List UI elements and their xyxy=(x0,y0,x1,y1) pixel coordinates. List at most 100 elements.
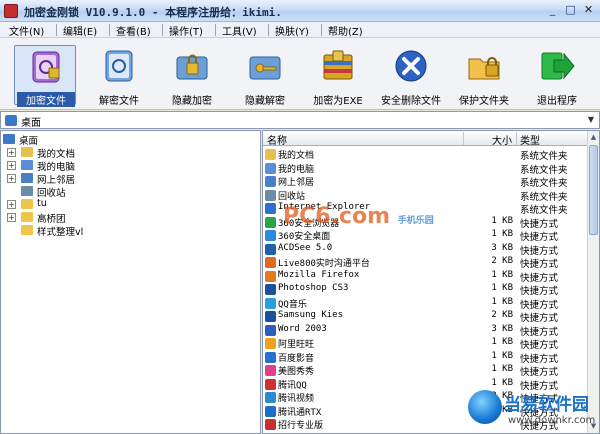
file-icon xyxy=(265,405,276,417)
decrypt-file-button[interactable]: 解密文件 xyxy=(88,45,150,107)
toolbar-label: 加密文件 xyxy=(17,92,75,107)
item-name: 腾讯通RTX xyxy=(278,407,322,418)
list-item[interactable]: 百度影音 1 KB 快捷方式 xyxy=(263,350,589,365)
watermark-title: 当易软件园 xyxy=(504,395,589,415)
decrypt-file-icon xyxy=(105,50,133,82)
item-name: 美图秀秀 xyxy=(278,367,315,377)
list-item[interactable]: ACDSee 5.0 3 KB 快捷方式 xyxy=(263,243,589,257)
list-item[interactable]: Samsung Kies 2 KB 快捷方式 xyxy=(263,310,589,324)
item-name: 百度影音 xyxy=(278,353,315,364)
scroll-thumb[interactable] xyxy=(589,145,598,235)
list-item[interactable]: 美图秀秀 1 KB 快捷方式 xyxy=(263,364,589,378)
expand-icon[interactable]: + xyxy=(7,148,16,157)
folder-icon xyxy=(21,147,33,157)
list-item[interactable]: 网上邻居 系统文件夹 xyxy=(263,175,589,189)
toolbar-label: 保护文件夹 xyxy=(459,96,509,107)
expand-icon[interactable]: + xyxy=(7,200,16,209)
item-type: 系统文件夹 xyxy=(520,151,568,162)
list-item[interactable]: Photoshop CS3 1 KB 快捷方式 xyxy=(263,283,589,297)
menu-edit[interactable]: 编辑(E) xyxy=(63,23,97,38)
file-icon xyxy=(265,270,276,282)
item-size: 1 KB xyxy=(491,350,513,361)
secure-delete-button[interactable]: 安全删除文件 xyxy=(380,45,442,107)
maximize-button[interactable]: □ xyxy=(562,3,579,18)
column-size-header[interactable]: 大小 xyxy=(492,132,512,147)
file-icon xyxy=(265,338,276,349)
list-item[interactable]: 我的文档 系统文件夹 xyxy=(263,148,589,162)
file-icon xyxy=(265,392,276,403)
item-type: 快捷方式 xyxy=(520,272,559,284)
item-name: 腾讯QQ xyxy=(278,380,307,391)
file-icon xyxy=(265,419,276,430)
watermark-text: PC6.com xyxy=(283,204,391,229)
item-name: Live800实时沟通平台 xyxy=(278,259,370,269)
folder-icon xyxy=(21,160,33,170)
item-size: 1 KB xyxy=(491,269,513,280)
hide-decrypt-icon xyxy=(249,56,281,80)
hide-decrypt-button[interactable]: 隐藏解密 xyxy=(234,45,296,107)
folder-icon xyxy=(21,186,33,196)
item-type: 快捷方式 xyxy=(520,313,559,324)
item-type: 系统文件夹 xyxy=(520,205,568,216)
column-divider[interactable] xyxy=(516,132,517,145)
list-item[interactable]: 360安全桌面 1 KB 快捷方式 xyxy=(263,229,589,243)
file-icon xyxy=(265,243,276,255)
menu-view[interactable]: 查看(B) xyxy=(116,23,151,38)
file-icon xyxy=(265,257,276,268)
menu-help[interactable]: 帮助(Z) xyxy=(328,23,363,38)
folder-tree: 桌面 + 我的文档 + 我的电脑 + 网上邻居 回收站 + tu + 高桥团 样式整理vl xyxy=(0,130,261,434)
menu-file[interactable]: 文件(N) xyxy=(9,23,44,38)
file-icon xyxy=(265,176,276,187)
list-item[interactable]: QQ音乐 1 KB 快捷方式 xyxy=(263,297,589,311)
column-name-header[interactable]: 名称 xyxy=(267,132,287,147)
list-item[interactable]: Live800实时沟通平台 2 KB 快捷方式 xyxy=(263,256,589,270)
menu-skin[interactable]: 换肤(Y) xyxy=(275,23,309,38)
list-item[interactable]: Word 2003 3 KB 快捷方式 xyxy=(263,323,589,338)
item-name: Mozilla Firefox xyxy=(278,269,360,280)
expand-icon[interactable]: + xyxy=(7,213,16,222)
item-size: 1 KB xyxy=(491,377,513,388)
exit-button[interactable]: 退出程序 xyxy=(526,45,588,107)
expand-icon[interactable]: + xyxy=(7,161,16,170)
menu-tools[interactable]: 工具(V) xyxy=(222,23,257,38)
expand-icon[interactable]: + xyxy=(7,174,16,183)
menu-operate[interactable]: 操作(T) xyxy=(169,23,203,38)
item-name: Samsung Kies xyxy=(278,310,344,320)
toolbar-label: 退出程序 xyxy=(537,96,577,107)
encrypt-exe-button[interactable]: 加密为EXE xyxy=(307,45,369,107)
file-icon xyxy=(265,297,276,309)
item-type: 快捷方式 xyxy=(520,232,559,243)
title-bar: 加密金刚锁 V10.9.1.0 - 本程序注册给：ikimi. _ □ ✕ xyxy=(0,0,600,22)
item-type: 快捷方式 xyxy=(520,245,559,257)
column-divider[interactable] xyxy=(463,132,464,145)
toolbar: 加密文件 解密文件 隐藏加密 隐藏解密 加密为EXE 安全删除文件 保护文件夹 … xyxy=(0,38,600,110)
item-name: QQ音乐 xyxy=(278,299,307,310)
toolbar-label: 加密为EXE xyxy=(313,96,363,107)
exit-icon xyxy=(541,52,575,80)
tree-label: 我的电脑 xyxy=(37,162,76,173)
list-item[interactable]: 回收站 系统文件夹 xyxy=(263,189,589,203)
hide-encrypt-button[interactable]: 隐藏加密 xyxy=(161,45,223,107)
item-name: 我的电脑 xyxy=(278,164,315,175)
watermark-overlay: PC6.com 手机乐园 xyxy=(283,204,434,229)
toolbar-label: 隐藏解密 xyxy=(245,96,285,107)
item-type: 系统文件夹 xyxy=(520,178,568,189)
list-item[interactable]: 阿里旺旺 1 KB 快捷方式 xyxy=(263,337,589,351)
chevron-down-icon[interactable]: ▼ xyxy=(584,113,598,127)
file-icon xyxy=(265,203,276,214)
item-name: Word 2003 xyxy=(278,323,327,334)
close-button[interactable]: ✕ xyxy=(580,3,597,18)
list-item[interactable]: Mozilla Firefox 1 KB 快捷方式 xyxy=(263,269,589,284)
watermark-sub: 手机乐园 xyxy=(397,216,434,226)
toolbar-label: 隐藏加密 xyxy=(172,96,212,107)
minimize-button[interactable]: _ xyxy=(544,3,561,18)
item-type: 快捷方式 xyxy=(520,367,559,378)
column-type-header[interactable]: 类型 xyxy=(520,132,540,147)
list-item[interactable]: 我的电脑 系统文件夹 xyxy=(263,162,589,176)
address-bar[interactable]: 桌面 ▼ xyxy=(0,111,600,129)
protect-folder-button[interactable]: 保护文件夹 xyxy=(453,45,515,107)
item-name: 招行专业版 xyxy=(278,421,324,431)
encrypt-file-button[interactable]: 加密文件 xyxy=(14,45,76,107)
scroll-up-icon[interactable]: ▲ xyxy=(588,131,599,143)
file-icon xyxy=(265,311,276,322)
